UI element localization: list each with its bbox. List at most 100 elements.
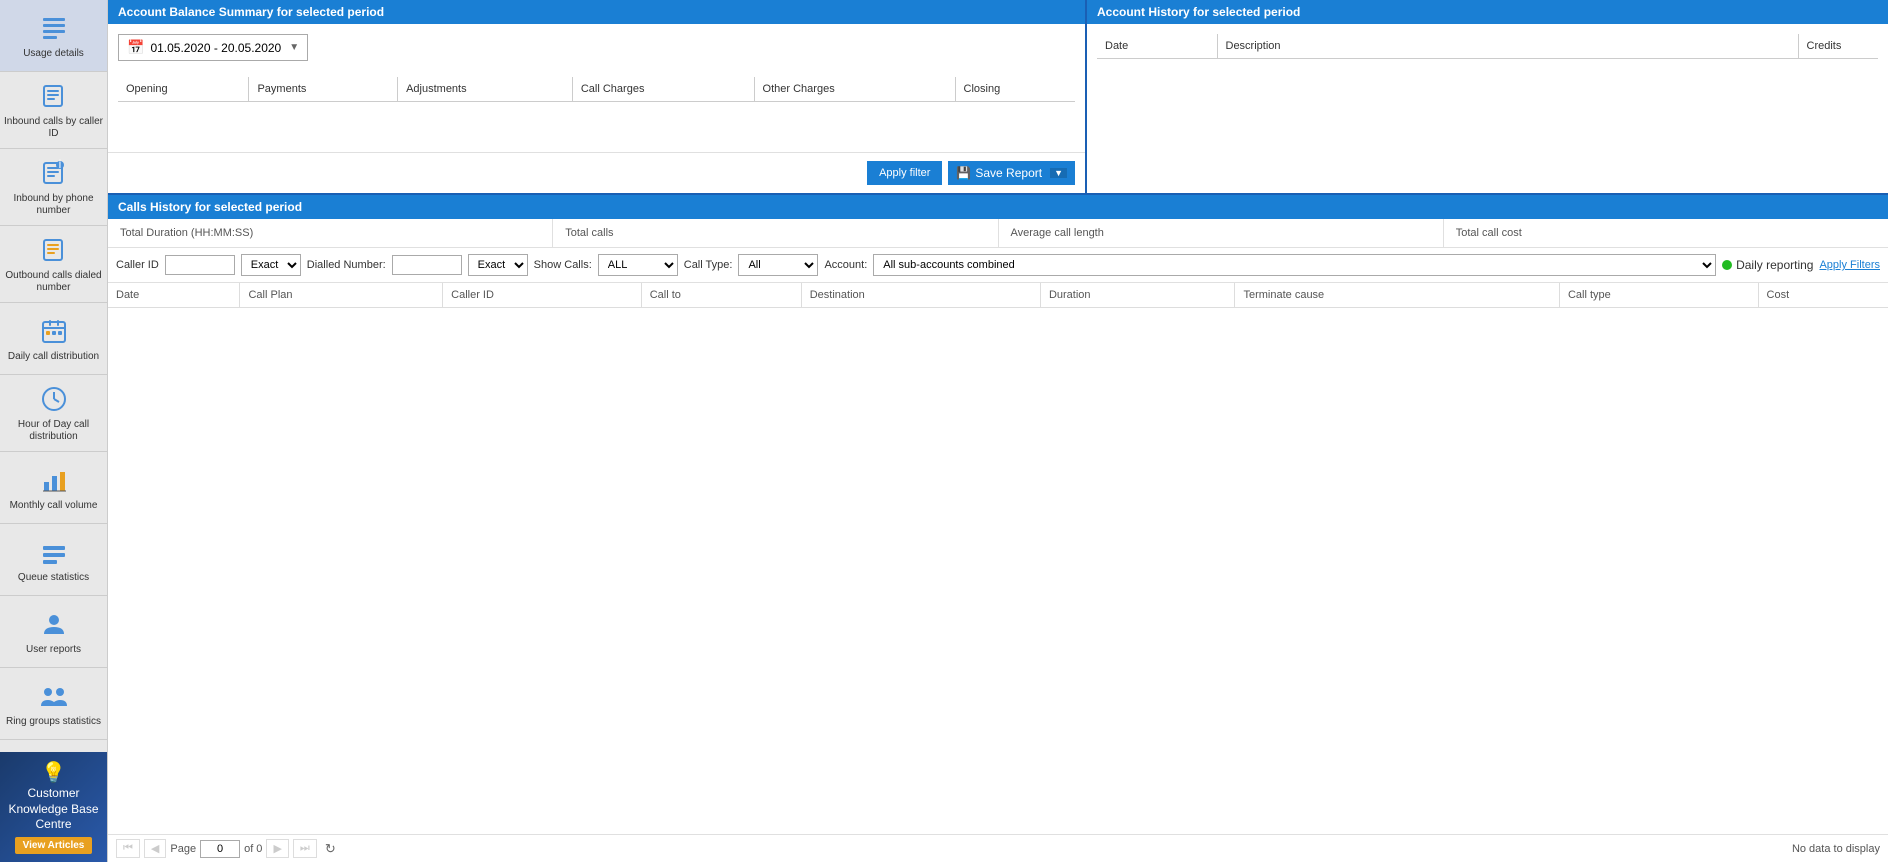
sidebar-item-inbound-phone-number[interactable]: i Inbound by phone number [0,149,107,226]
history-col-description: Description [1217,34,1798,59]
sidebar-item-usage-details[interactable]: Usage details [0,0,107,72]
balance-col-closing: Closing [955,77,1075,102]
account-history-body: Date Description Credits [1087,24,1888,189]
account-balance-body: 📅 01.05.2020 - 20.05.2020 ▼ Opening Paym… [108,24,1085,152]
calls-table: Date Call Plan Caller ID Call to Destina… [108,283,1888,308]
calendar-picker-icon: 📅 [127,39,144,56]
history-table: Date Description Credits [1097,34,1878,179]
calls-col-cost: Cost [1758,283,1888,308]
daily-reporting-dot [1722,260,1732,270]
dialled-number-input[interactable] [392,255,462,275]
apply-filters-button[interactable]: Apply Filters [1819,259,1880,271]
sidebar-item-daily-distribution-label: Daily call distribution [8,351,99,363]
calls-table-container: Date Call Plan Caller ID Call to Destina… [108,283,1888,834]
account-balance-panel: Account Balance Summary for selected per… [108,0,1087,193]
sidebar-item-monthly-volume[interactable]: Monthly call volume [0,452,107,524]
balance-col-payments: Payments [249,77,398,102]
kb-icon: 💡 [8,760,99,786]
balance-col-adjustments: Adjustments [398,77,573,102]
calls-col-call-type: Call type [1559,283,1758,308]
balance-col-call-charges: Call Charges [572,77,754,102]
apply-filter-button[interactable]: Apply filter [867,161,942,185]
sidebar-item-inbound-caller-id[interactable]: Inbound calls by caller ID [0,72,107,149]
refresh-icon[interactable]: ↻ [325,841,336,857]
page-number-input[interactable]: 0 [200,840,240,858]
sidebar-item-outbound-dialed-label: Outbound calls dialed number [4,270,103,294]
sidebar-item-queue-stats-label: Queue statistics [18,572,89,584]
bar-chart-icon [38,464,70,496]
queue-icon [38,536,70,568]
of-label: of 0 [244,843,262,855]
date-picker-row: 📅 01.05.2020 - 20.05.2020 ▼ [118,34,1075,61]
sidebar-item-queue-stats[interactable]: Queue statistics [0,524,107,596]
calls-col-terminate-cause: Terminate cause [1235,283,1559,308]
calls-col-call-to: Call to [641,283,801,308]
account-history-header: Account History for selected period [1087,0,1888,24]
last-page-button[interactable]: ⏭ [293,839,317,858]
account-history-panel: Account History for selected period Date… [1087,0,1888,193]
sidebar-item-user-reports-label: User reports [26,644,81,656]
daily-reporting-label: Daily reporting [1736,258,1813,272]
date-picker-arrow-icon: ▼ [289,42,299,53]
calls-col-call-plan: Call Plan [240,283,443,308]
caller-id-match-select[interactable]: Exact [241,254,301,276]
history-data-row [1097,59,1878,180]
view-articles-button[interactable]: View Articles [15,837,93,854]
save-report-button[interactable]: 💾 Save Report ▼ [948,161,1075,185]
calls-col-destination: Destination [801,283,1040,308]
balance-data-row [118,102,1075,143]
sidebar-item-monthly-volume-label: Monthly call volume [10,500,98,512]
sidebar-item-ring-groups-label: Ring groups statistics [6,716,101,728]
calls-col-duration: Duration [1040,283,1235,308]
caller-id-label: Caller ID [116,259,159,271]
main-content: Account Balance Summary for selected per… [108,0,1888,862]
dialled-match-select[interactable]: Exact [468,254,528,276]
call-type-label: Call Type: [684,259,733,271]
svg-text:i: i [58,159,61,171]
page-label: Page [170,843,196,855]
account-label: Account: [824,259,867,271]
stat-total-duration: Total Duration (HH:MM:SS) [108,219,553,247]
stat-total-call-cost: Total call cost [1444,219,1888,247]
first-page-button[interactable]: ⏮ [116,839,140,858]
user-icon [38,608,70,640]
sidebar-item-ring-groups[interactable]: Ring groups statistics [0,668,107,740]
balance-table: Opening Payments Adjustments Call Charge… [118,77,1075,142]
next-page-button[interactable]: ▶ [266,839,288,858]
kb-title: Customer Knowledge Base Centre [8,786,99,833]
sidebar-item-outbound-dialed[interactable]: Outbound calls dialed number [0,226,107,303]
phone-in-2-icon: i [38,157,70,189]
sidebar-item-daily-distribution[interactable]: Daily call distribution [0,303,107,375]
sidebar-item-usage-details-label: Usage details [23,48,84,60]
daily-reporting: Daily reporting [1722,258,1813,272]
date-range-value: 01.05.2020 - 20.05.2020 [150,41,281,55]
account-select[interactable]: All sub-accounts combined [873,254,1716,276]
call-type-select[interactable]: All Internal External [738,254,818,276]
sidebar-item-inbound-phone-number-label: Inbound by phone number [4,193,103,217]
calls-history-section: Calls History for selected period Total … [108,195,1888,862]
prev-page-button[interactable]: ◀ [144,839,166,858]
history-col-date: Date [1097,34,1217,59]
no-data-text: No data to display [1792,843,1880,855]
sidebar-item-hour-of-day[interactable]: Hour of Day call distribution [0,375,107,452]
balance-col-opening: Opening [118,77,249,102]
stat-total-calls: Total calls [553,219,998,247]
show-calls-select[interactable]: ALL Inbound Outbound [598,254,678,276]
group-icon [38,680,70,712]
sidebar-item-user-reports[interactable]: User reports [0,596,107,668]
stats-row: Total Duration (HH:MM:SS) Total calls Av… [108,219,1888,248]
show-calls-label: Show Calls: [534,259,592,271]
save-icon: 💾 [956,166,971,180]
top-panels: Account Balance Summary for selected per… [108,0,1888,195]
save-report-label: Save Report [975,166,1042,180]
date-picker[interactable]: 📅 01.05.2020 - 20.05.2020 ▼ [118,34,308,61]
save-report-dropdown-arrow[interactable]: ▼ [1050,168,1067,178]
calls-col-date: Date [108,283,240,308]
phone-out-icon [38,234,70,266]
kb-banner[interactable]: 💡 Customer Knowledge Base Centre View Ar… [0,752,107,862]
account-balance-header: Account Balance Summary for selected per… [108,0,1085,24]
stat-avg-call-length: Average call length [999,219,1444,247]
dialled-number-label: Dialled Number: [307,259,386,271]
phone-in-icon [38,80,70,112]
caller-id-input[interactable] [165,255,235,275]
